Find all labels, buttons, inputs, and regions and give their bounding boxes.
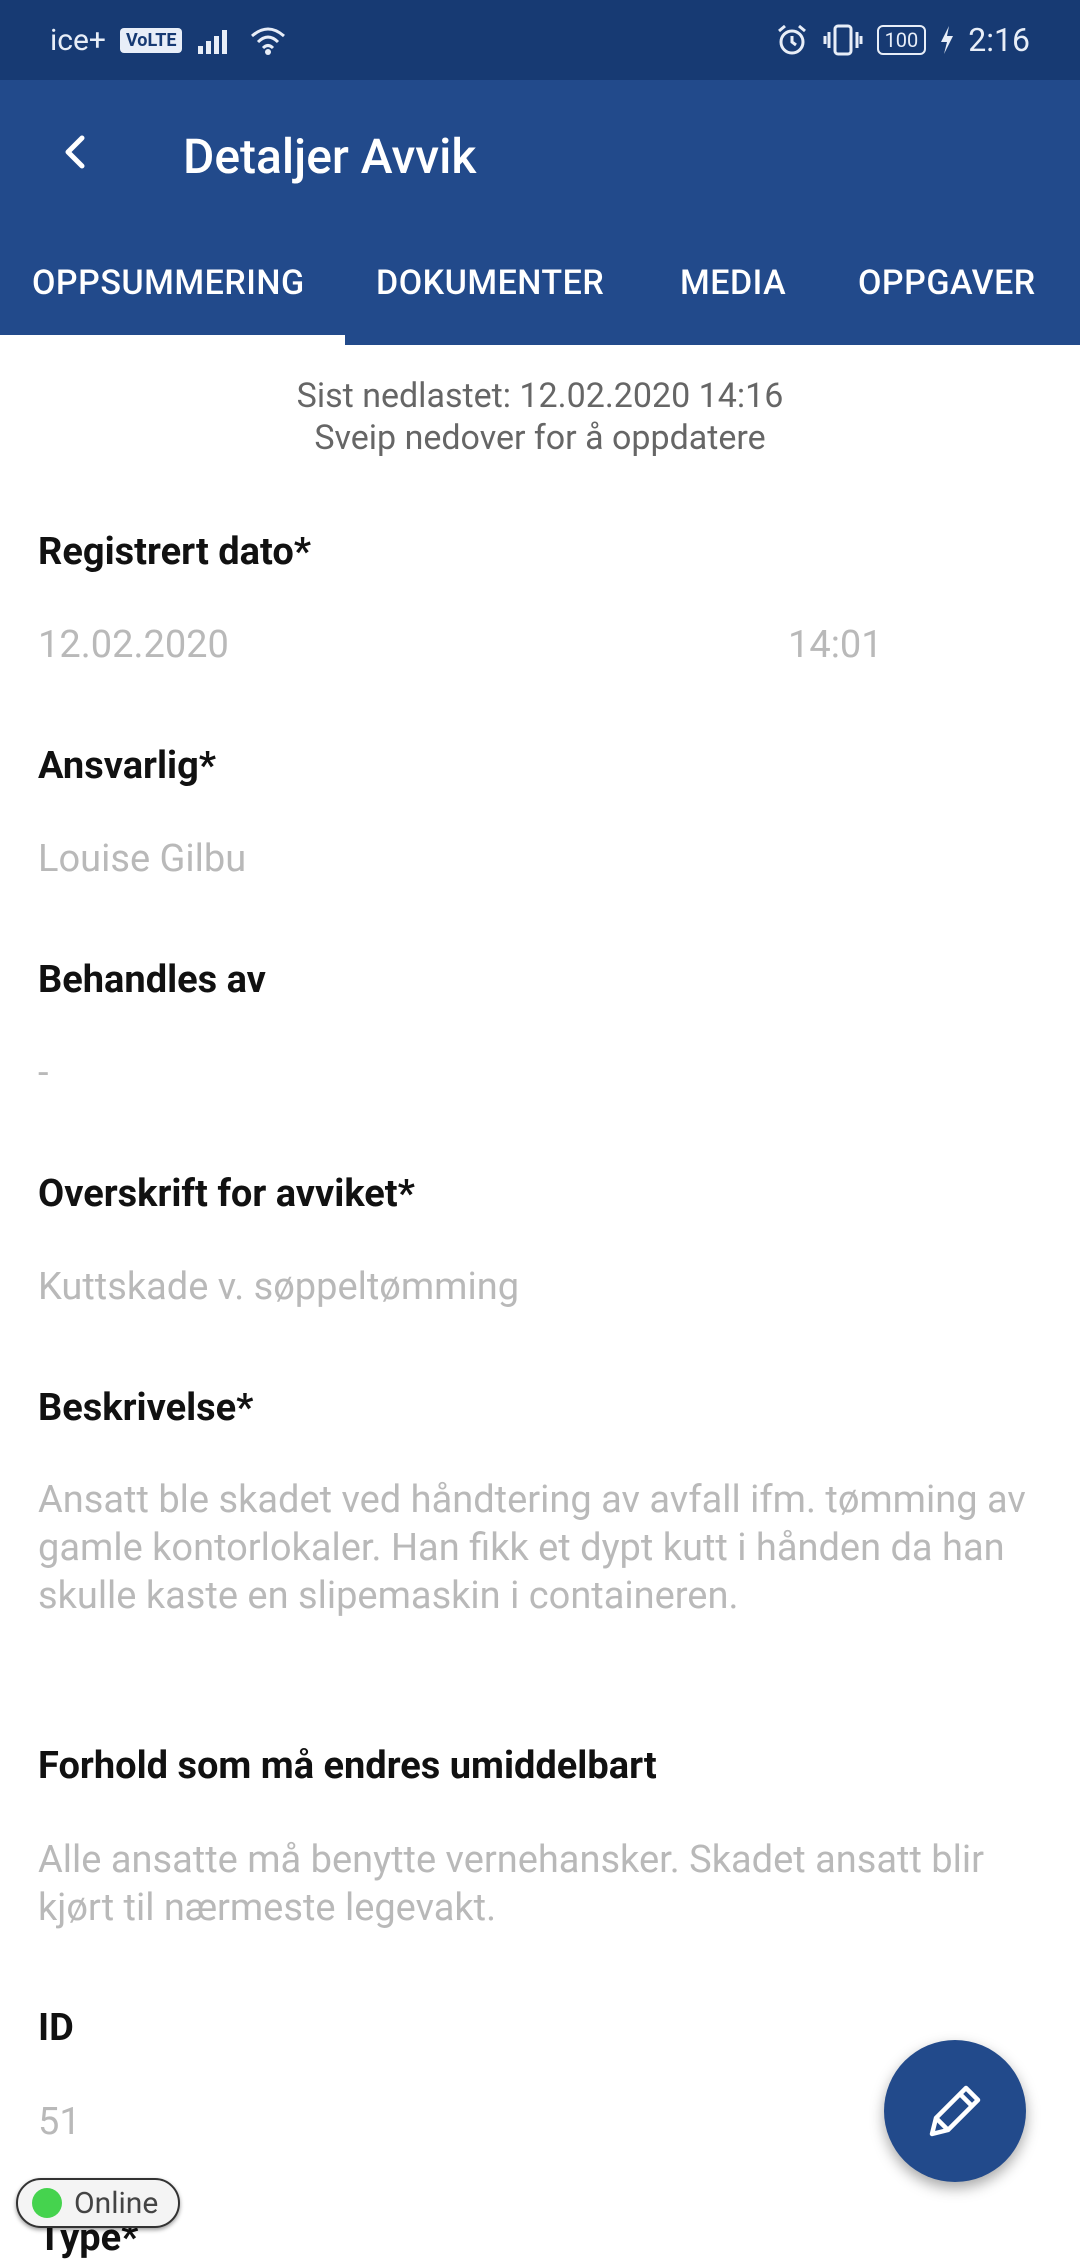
tab-bar: OPPSUMMERING DOKUMENTER MEDIA OPPGAVER [0,225,1080,345]
edit-button[interactable] [884,2040,1026,2182]
status-right: 100 2:16 [775,20,1030,60]
responsible-label: Ansvarlig* [38,744,217,788]
status-bar: ice+ VoLTE 100 2:16 [0,0,1080,80]
refresh-hint-text: Sveip nedover for å oppdatere [314,418,766,458]
back-arrow-icon [65,135,85,169]
online-label: Online [74,2185,159,2221]
heading-value: Kuttskade v. søppeltømming [38,1265,520,1309]
app-bar: Detaljer Avvik [0,80,1080,225]
registered-date-label: Registrert dato* [38,530,312,574]
registered-date-value: 12.02.2020 [38,623,229,667]
charging-icon [941,26,954,54]
active-tab-indicator [0,335,345,345]
responsible-value: Louise Gilbu [38,837,247,881]
status-left: ice+ VoLTE [50,20,288,60]
online-dot-icon [32,2188,62,2218]
alarm-icon [777,24,806,55]
pencil-icon [929,2085,981,2137]
battery-icon: 100 [876,25,927,55]
volte-badge: VoLTE [119,27,183,53]
immediate-changes-value: Alle ansatte må benytte vernehansker. Sk… [38,1838,984,1930]
id-label: ID [38,2006,74,2050]
description-label: Beskrivelse* [38,1386,254,1430]
signal-icon [198,30,228,54]
page-title: Detaljer Avvik [183,128,477,185]
carrier-label: ice+ [50,22,106,58]
tab-oppsummering[interactable]: OPPSUMMERING [32,263,305,303]
tab-media[interactable]: MEDIA [680,263,786,303]
description-value: Ansatt ble skadet ved håndtering av avfa… [38,1478,1026,1618]
online-status-badge: Online [16,2178,180,2228]
handled-by-label: Behandles av [38,958,266,1002]
wifi-icon [251,27,286,55]
id-value: 51 [38,2100,81,2144]
registered-time-value: 14:01 [788,623,883,667]
handled-by-value: - [38,1051,49,1095]
immediate-changes-label: Forhold som må endres umiddelbart [38,1744,657,1788]
last-downloaded-text: Sist nedlastet: 12.02.2020 14:16 [296,376,784,416]
clock: 2:16 [968,21,1030,59]
sync-info: Sist nedlastet: 12.02.2020 14:16 Sveip n… [0,375,1080,459]
tab-oppgaver[interactable]: OPPGAVER [858,263,1036,303]
back-button[interactable] [45,122,105,182]
vibrate-icon [823,24,863,56]
tab-dokumenter[interactable]: DOKUMENTER [376,263,604,303]
heading-label: Overskrift for avviket* [38,1172,415,1216]
